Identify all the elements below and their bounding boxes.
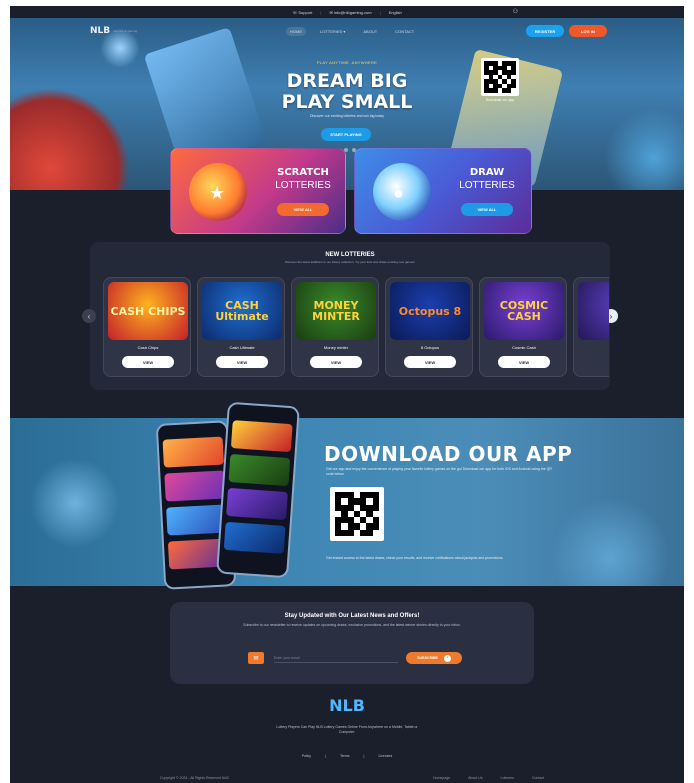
star-icon: ★ <box>209 183 226 203</box>
lottery-card-art: CASH Ultimate <box>202 282 282 340</box>
lottery-card-art: MONEY MINTER <box>296 282 376 340</box>
draw-lotteries-card[interactable]: ● DRAW LOTTERIES VIEW ALL <box>354 148 532 234</box>
newsletter-section: Stay Updated with Our Latest News and Of… <box>170 602 534 684</box>
lottery-card[interactable]: Octopus 8 8 Octopus VIEW <box>385 277 473 377</box>
carousel-prev-arrow-icon[interactable]: ‹ <box>82 309 96 323</box>
hero-title-line1: DREAM BIG <box>286 70 408 92</box>
nav-item-contact[interactable]: CONTACT <box>391 27 418 36</box>
footer-link-about[interactable]: About Us <box>468 776 482 780</box>
scratch-lotteries-card[interactable]: ★ SCRATCH LOTTERIES VIEW ALL <box>170 148 346 234</box>
lottery-view-button[interactable]: VIEW <box>498 356 550 368</box>
language-select[interactable]: English <box>389 10 402 15</box>
lottery-card[interactable] <box>573 277 609 377</box>
lottery-card-art <box>578 282 609 340</box>
footer-link-homepage[interactable]: Homepage <box>433 776 450 780</box>
footer-link-contact[interactable]: Contact <box>532 776 544 780</box>
logo-subtitle: lotteries & gaming <box>113 29 138 33</box>
lottery-card[interactable]: CASH CHIPS Cash Chips VIEW <box>103 277 191 377</box>
start-playing-button[interactable]: START PLAYING <box>321 128 371 141</box>
lottery-ball-icon: ● <box>393 183 404 203</box>
nav-item-home[interactable]: HOME <box>286 26 306 36</box>
nav-menu: HOME LOTTERIES ▾ ABOUT CONTACT <box>286 26 418 36</box>
section-subtitle: Discover the latest additions to our lot… <box>285 260 415 264</box>
lottery-view-button[interactable]: VIEW <box>216 356 268 368</box>
lottery-card[interactable]: MONEY MINTER Money minter VIEW <box>291 277 379 377</box>
download-qr-code <box>330 487 384 541</box>
hero-tagline: Discover our exciting lotteries and win … <box>310 114 384 118</box>
support-link[interactable]: ☏ Support <box>292 10 312 15</box>
page: PLAY ANYTIME, ANYWHERE DREAM BIG PLAY SM… <box>10 6 684 783</box>
copyright-text: Copyright © 2024 - All Rights Reserved N… <box>160 776 229 780</box>
download-title: DOWNLOAD OUR APP <box>324 442 573 466</box>
lottery-card-art: Octopus 8 <box>390 282 470 340</box>
lottery-card[interactable]: COSMIC CASH Cosmic Cash VIEW <box>479 277 567 377</box>
subscribe-button[interactable]: SUBSCRIBE › <box>406 652 462 664</box>
scratch-view-all-button[interactable]: VIEW ALL <box>277 203 329 216</box>
category-subtitle: LOTTERIES <box>459 180 515 191</box>
arrow-right-icon: › <box>443 654 451 662</box>
lottery-view-button[interactable]: VIEW <box>122 356 174 368</box>
footer-description: Lottery Players Can Play NLB Lottery Gam… <box>276 725 418 734</box>
mail-icon: ✉ <box>248 652 264 664</box>
footer-separator: | <box>325 754 326 758</box>
lottery-card-name: 8 Octopus <box>420 345 440 350</box>
category-title: SCRATCH <box>277 167 329 178</box>
category-title: DRAW <box>469 167 505 178</box>
hero-ball-decoration <box>604 108 684 190</box>
login-button[interactable]: LOG IN <box>569 25 607 37</box>
phone-mockup <box>216 401 300 579</box>
footer-link-terms[interactable]: Terms <box>340 754 350 758</box>
newsletter-title: Stay Updated with Our Latest News and Of… <box>284 613 420 619</box>
lottery-view-button[interactable]: VIEW <box>310 356 362 368</box>
lottery-cards-carousel: CASH CHIPS Cash Chips VIEW CASH Ultimate Cas… <box>103 277 609 377</box>
footer-link-lotteries[interactable]: Lotteries <box>501 776 514 780</box>
email-link[interactable]: ✉ info@nlbgaming.com <box>329 10 371 15</box>
lottery-card-art: CASH CHIPS <box>108 282 188 340</box>
top-info-bar: ☏ Support | ✉ info@nlbgaming.com | Engli… <box>292 8 518 15</box>
lottery-card-name: Cash Chips <box>137 345 159 350</box>
register-button[interactable]: REGISTER <box>526 25 564 37</box>
main-navigation: NLB lotteries & gaming HOME LOTTERIES ▾ … <box>90 18 610 44</box>
nav-item-about[interactable]: ABOUT <box>359 27 381 36</box>
chevron-down-icon: ▾ <box>343 28 346 34</box>
hero-qr-code <box>481 58 519 96</box>
download-description: Get our app and enjoy the convenience of… <box>326 467 552 476</box>
footer-legal-links: Policy | Terms | Licenses <box>10 754 684 758</box>
footer-link-licenses[interactable]: Licenses <box>378 754 392 758</box>
hero-title-line2: PLAY SMALL <box>281 91 413 113</box>
lottery-card-name: Cosmic Cash <box>512 345 536 350</box>
newsletter-text: Subscribe to our newsletter to receive u… <box>243 623 461 627</box>
site-logo[interactable]: NLB lotteries & gaming <box>90 26 137 36</box>
download-description-secondary: Get instant access to the latest draws, … <box>326 556 504 560</box>
lottery-card-name: Money minter <box>323 345 349 350</box>
newsletter-email-input[interactable] <box>274 654 398 663</box>
lottery-card-art: COSMIC CASH <box>484 282 564 340</box>
lottery-card-name: Cash Ultimate <box>229 345 255 350</box>
ball-decoration <box>30 458 120 548</box>
draw-view-all-button[interactable]: VIEW ALL <box>461 203 513 216</box>
hero-qr-label: Download our app <box>485 98 515 102</box>
nav-item-lotteries[interactable]: LOTTERIES ▾ <box>316 27 349 36</box>
lottery-view-button[interactable]: VIEW <box>404 356 456 368</box>
section-title: NEW LOTTERIES <box>325 252 375 258</box>
ball-decoration <box>550 498 670 586</box>
logo-mark: NLB <box>90 26 111 36</box>
footer-link-policy[interactable]: Policy <box>302 754 311 758</box>
user-icon[interactable]: ⚇ <box>513 8 518 15</box>
lottery-card[interactable]: CASH Ultimate Cash Ultimate VIEW <box>197 277 285 377</box>
hero-kicker: PLAY ANYTIME, ANYWHERE <box>316 60 378 65</box>
footer-logo[interactable]: NLB <box>10 696 684 715</box>
footer-separator: | <box>363 754 365 758</box>
footer-bottom-nav: Homepage About Us Lotteries Contact <box>433 776 544 780</box>
category-subtitle: LOTTERIES <box>275 180 331 191</box>
